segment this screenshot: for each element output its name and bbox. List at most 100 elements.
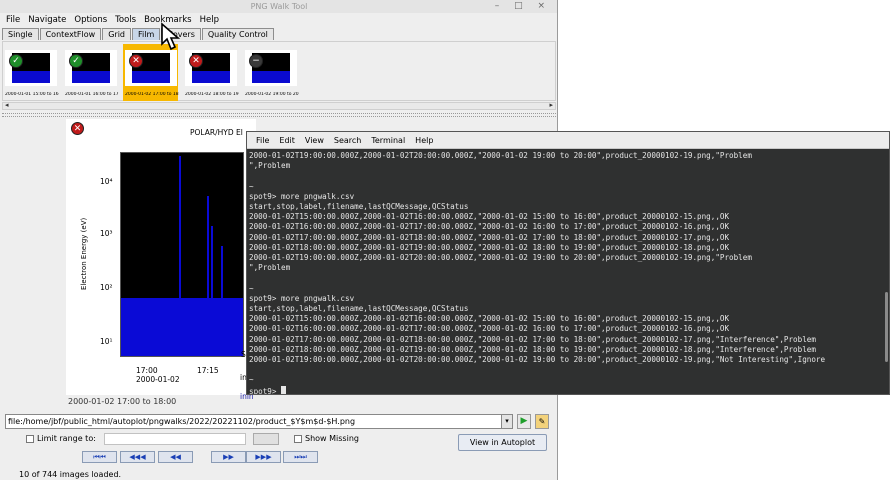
x-date-label: 2000-01-02: [136, 375, 180, 384]
next-button[interactable]: ▶▶: [211, 451, 246, 463]
terminal-line: ",Problem: [249, 263, 291, 273]
menu-navigate[interactable]: Navigate: [24, 13, 70, 27]
y-tick-label: 10³: [100, 229, 113, 238]
terminal-line: 2000-01-02T19:00:00.000Z,2000-01-02T20:0…: [249, 253, 752, 263]
terminal-line: spot9>: [249, 385, 881, 394]
image-title: POLAR/HYD El: [190, 128, 243, 137]
view-tabs: Single ContextFlow Grid Film Covers Qual…: [2, 28, 275, 40]
next-page-button[interactable]: ▶▶▶: [246, 451, 281, 463]
split-divider[interactable]: [2, 113, 556, 117]
terminal-line: 2000-01-02T19:00:00.000Z,2000-01-02T20:0…: [249, 355, 826, 365]
thumbnail-scrollbar[interactable]: ◂ ▸: [2, 101, 556, 110]
menu-help[interactable]: Help: [196, 13, 223, 27]
tab-quality-control[interactable]: Quality Control: [201, 28, 274, 40]
terminal-line: 2000-01-02T18:00:00.000Z,2000-01-02T19:0…: [249, 344, 816, 354]
tab-film[interactable]: Film: [132, 28, 161, 40]
thumbnail-label: 2000-01-01 16:00 to 17:00: [65, 92, 119, 97]
scroll-left-icon[interactable]: ◂: [5, 101, 9, 109]
status-text: 10 of 744 images loaded.: [19, 470, 122, 479]
terminal-line: 2000-01-02T16:00:00.000Z,2000-01-02T17:0…: [249, 222, 730, 232]
terminal-line: 2000-01-02T19:00:00.000Z,2000-01-02T20:0…: [249, 151, 752, 160]
thumbnail-label: 2000-01-02 18:00 to 19:00: [185, 92, 239, 97]
ignore-icon: −: [249, 54, 263, 68]
terminal-menu-help[interactable]: Help: [410, 132, 438, 148]
menu-file[interactable]: File: [2, 13, 24, 27]
thumbnail[interactable]: ✕ 2000-01-02 18:00 to 19:00: [183, 44, 239, 101]
window-controls[interactable]: – □ ×: [495, 1, 551, 11]
thumbnail[interactable]: ✓ 2000-01-01 15:00 to 16:00: [3, 44, 59, 101]
terminal-line: spot9> more pngwalk.csv: [249, 293, 355, 303]
limit-range-checkbox[interactable]: [26, 434, 34, 443]
ok-icon: ✓: [69, 54, 83, 68]
prev-button[interactable]: ◀◀: [158, 451, 193, 463]
terminal-line: spot9> more pngwalk.csv: [249, 191, 355, 201]
tab-single[interactable]: Single: [2, 28, 39, 40]
limit-range-button[interactable]: [253, 433, 279, 445]
terminal-line: 2000-01-02T15:00:00.000Z,2000-01-02T16:0…: [249, 314, 730, 324]
problem-icon: ✕: [129, 54, 143, 68]
x-tick-label: 17:15: [197, 366, 219, 375]
chevron-down-icon[interactable]: ▾: [501, 415, 512, 428]
terminal-menu-view[interactable]: View: [300, 132, 329, 148]
terminal-menu-search[interactable]: Search: [329, 132, 366, 148]
terminal-line: start,stop,label,filename,lastQCMessage,…: [249, 304, 469, 314]
menu-options[interactable]: Options: [70, 13, 111, 27]
prev-page-button[interactable]: ◀◀◀: [120, 451, 155, 463]
limit-range-row: Limit range to:: [26, 434, 96, 443]
show-missing-checkbox[interactable]: [294, 434, 302, 443]
window-title: PNG Walk Tool: [0, 0, 557, 13]
limit-range-input[interactable]: [104, 433, 246, 445]
first-button[interactable]: ⏮⏮: [82, 451, 117, 463]
terminal-line: 2000-01-02T16:00:00.000Z,2000-01-02T17:0…: [249, 324, 730, 334]
terminal-menu-file[interactable]: File: [251, 132, 274, 148]
problem-icon: ✕: [71, 122, 84, 135]
thumbnail[interactable]: − 2000-01-02 19:00 to 20:00: [243, 44, 299, 101]
x-tick-label: 17:00: [136, 366, 158, 375]
y-axis-label: Electron Energy (eV): [80, 217, 88, 290]
thumbnail[interactable]: ✓ 2000-01-01 16:00 to 17:00: [63, 44, 119, 101]
terminal-line: ",Problem: [249, 161, 291, 171]
terminal-line: 2000-01-02T15:00:00.000Z,2000-01-02T16:0…: [249, 212, 730, 222]
terminal-line: 2000-01-02T17:00:00.000Z,2000-01-02T18:0…: [249, 232, 730, 242]
terminal-line: ~: [249, 283, 254, 293]
limit-range-label: Limit range to:: [37, 434, 96, 443]
menu-tools[interactable]: Tools: [111, 13, 140, 27]
image-caption: 2000-01-02 17:00 to 18:00: [68, 397, 177, 406]
show-missing-label: Show Missing: [305, 434, 359, 443]
thumbnail-label: 2000-01-02 19:00 to 20:00: [245, 92, 299, 97]
terminal-line: ~: [249, 375, 254, 385]
problem-icon: ✕: [189, 54, 203, 68]
terminal-menu-terminal[interactable]: Terminal: [366, 132, 410, 148]
terminal-menu-edit[interactable]: Edit: [274, 132, 300, 148]
thumbnail-label: 2000-01-01 15:00 to 16:00: [5, 92, 59, 97]
terminal-cursor: [281, 385, 287, 394]
tab-contextflow[interactable]: ContextFlow: [39, 28, 102, 40]
tab-grid[interactable]: Grid: [102, 28, 131, 40]
menubar: File Navigate Options Tools Bookmarks He…: [0, 13, 557, 27]
terminal-line: 2000-01-02T18:00:00.000Z,2000-01-02T19:0…: [249, 242, 730, 252]
terminal-menubar: File Edit View Search Terminal Help: [247, 132, 889, 149]
spectrogram-plot: [120, 152, 244, 357]
mouse-pointer-icon: [161, 22, 181, 51]
terminal-output[interactable]: 2000-01-02T19:00:00.000Z,2000-01-02T20:0…: [249, 151, 881, 394]
view-in-autoplot-button[interactable]: View in Autoplot: [458, 434, 547, 451]
template-path-input[interactable]: file:/home/jbf/public_html/autoplot/pngw…: [5, 414, 513, 429]
last-button[interactable]: ⏭⏭: [283, 451, 318, 463]
terminal-line: 2000-01-02T17:00:00.000Z,2000-01-02T18:0…: [249, 334, 816, 344]
y-tick-label: 10⁴: [100, 177, 113, 186]
terminal-scroll-thumb[interactable]: [885, 292, 888, 362]
y-tick-label: 10¹: [100, 337, 113, 346]
edit-icon[interactable]: ✎: [535, 414, 549, 429]
terminal-line: ~: [249, 181, 254, 191]
terminal-window: File Edit View Search Terminal Help 2000…: [246, 131, 890, 395]
scroll-right-icon[interactable]: ▸: [549, 101, 553, 109]
thumbnail-selected[interactable]: ✕ 2000-01-02 17:00 to 18:00: [123, 44, 179, 101]
thumbnail-strip: ✓ 2000-01-01 15:00 to 16:00 ✓ 2000-01-01…: [2, 41, 556, 101]
ok-icon: ✓: [9, 54, 23, 68]
show-missing-row: Show Missing: [294, 434, 359, 443]
thumbnail-label: 2000-01-02 17:00 to 18:00: [125, 92, 179, 97]
play-icon[interactable]: ▶: [517, 414, 531, 429]
